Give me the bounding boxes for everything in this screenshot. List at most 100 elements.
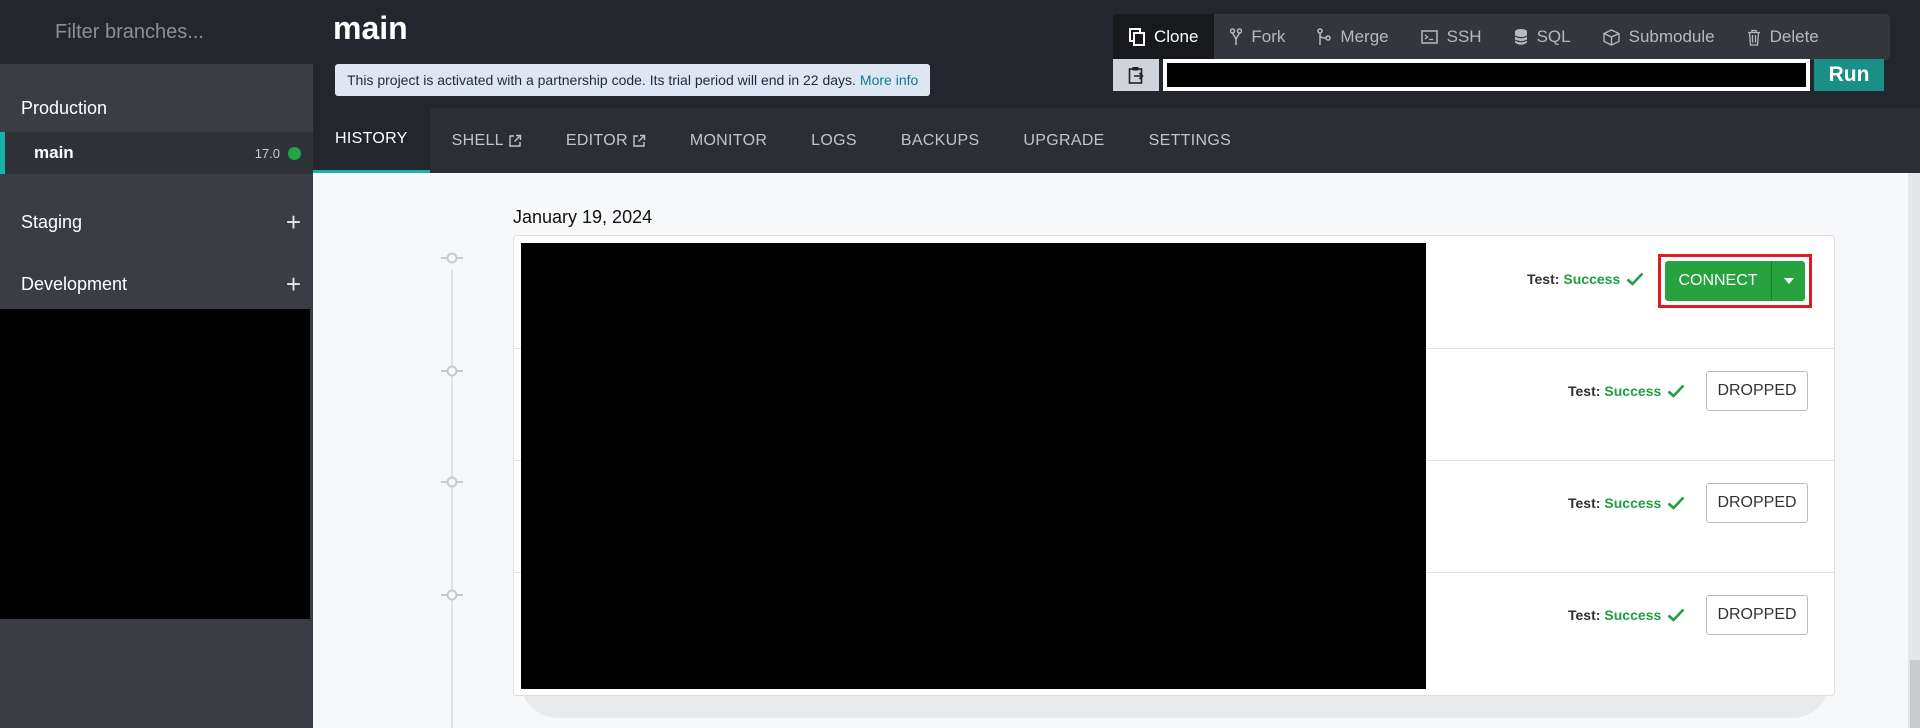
merge-label: Merge	[1340, 27, 1389, 46]
tab-label: SHELL	[451, 131, 504, 149]
more-info-link[interactable]: More info	[860, 72, 918, 88]
sql-label: SQL	[1536, 27, 1571, 46]
tab-logs[interactable]: LOGS	[789, 108, 879, 173]
branch-group-label: Production	[21, 97, 108, 118]
branch-header: main This project is activated with a pa…	[313, 0, 1920, 108]
dropped-button[interactable]: DROPPED	[1706, 483, 1808, 523]
tab-label: EDITOR	[565, 131, 628, 149]
tab-label: HISTORY	[335, 130, 408, 147]
connect-dropdown-toggle[interactable]	[1771, 261, 1805, 301]
command-input[interactable]	[1163, 59, 1810, 91]
sidebar: Production main 17.0 Staging + Developme…	[0, 0, 313, 728]
fork-icon	[1230, 28, 1243, 45]
dropped-button[interactable]: DROPPED	[1706, 371, 1808, 411]
page-title: main	[333, 10, 408, 46]
branch-version: 17.0	[254, 145, 280, 161]
filter-branches-input[interactable]	[55, 20, 295, 44]
connect-button[interactable]: CONNECT	[1665, 261, 1771, 301]
test-label: Test:	[1568, 495, 1601, 511]
timeline-commit-icon	[441, 365, 463, 377]
submodule-button[interactable]: Submodule	[1587, 14, 1731, 60]
timeline-line	[451, 270, 453, 728]
tab-monitor[interactable]: MONITOR	[668, 108, 789, 173]
tab-upgrade[interactable]: UPGRADE	[1001, 108, 1126, 173]
test-status: Test: Success	[1568, 495, 1685, 511]
test-label: Test:	[1568, 607, 1601, 623]
clipboard-icon	[1128, 67, 1144, 84]
scrollbar-thumb[interactable]	[1910, 660, 1920, 728]
database-icon	[1514, 29, 1527, 45]
redacted-content	[521, 243, 1426, 689]
branch-name: main	[34, 143, 74, 162]
caret-down-icon	[1783, 278, 1794, 284]
connect-button-group: CONNECT	[1665, 261, 1805, 301]
tab-editor[interactable]: EDITOR	[544, 108, 668, 173]
tab-shell[interactable]: SHELL	[430, 108, 544, 173]
tab-label: UPGRADE	[1023, 131, 1105, 149]
trial-notice: This project is activated with a partner…	[335, 64, 931, 96]
fork-button[interactable]: Fork	[1214, 14, 1301, 60]
test-result: Success	[1604, 383, 1662, 399]
merge-button[interactable]: Merge	[1301, 14, 1404, 60]
external-link-icon	[509, 134, 522, 147]
sidebar-branch-main[interactable]: main 17.0	[0, 132, 313, 174]
history-date: January 19, 2024	[513, 207, 653, 227]
branch-actions-toolbar: Clone Fork Merge SSH SQL Submodule Delet…	[1113, 14, 1890, 60]
delete-button[interactable]: Delete	[1731, 14, 1835, 60]
external-link-icon	[633, 134, 646, 147]
test-result: Success	[1604, 495, 1662, 511]
scrollbar-track[interactable]	[1908, 173, 1920, 728]
timeline-commit-icon	[441, 252, 463, 264]
trash-icon	[1747, 29, 1760, 46]
check-icon	[1667, 496, 1685, 510]
test-status: Test: Success	[1568, 383, 1685, 399]
copy-command-button[interactable]	[1113, 59, 1159, 91]
terminal-icon	[1420, 30, 1438, 44]
test-result: Success	[1563, 271, 1621, 287]
tab-label: LOGS	[811, 131, 857, 149]
redacted-area	[0, 309, 310, 619]
test-status: Test: Success	[1527, 271, 1644, 287]
clone-button[interactable]: Clone	[1113, 14, 1215, 60]
status-dot-icon	[288, 146, 301, 160]
history-card: Test: Success CONNECT Test: Success DROP…	[513, 235, 1835, 696]
timeline-commit-icon	[441, 476, 463, 488]
ssh-button[interactable]: SSH	[1405, 14, 1498, 60]
test-status: Test: Success	[1568, 607, 1685, 623]
check-icon	[1626, 272, 1644, 286]
test-result: Success	[1604, 607, 1662, 623]
tab-settings[interactable]: SETTINGS	[1127, 108, 1253, 173]
check-icon	[1667, 608, 1685, 622]
tab-history[interactable]: HISTORY	[313, 108, 430, 173]
add-development-plus-icon[interactable]: +	[286, 271, 301, 297]
tab-label: MONITOR	[689, 131, 768, 149]
merge-icon	[1317, 28, 1332, 45]
filter-branches-box	[0, 0, 313, 64]
command-bar: Run	[1113, 58, 1890, 92]
fork-label: Fork	[1251, 27, 1286, 46]
branch-group-label: Development	[21, 273, 128, 294]
test-label: Test:	[1568, 383, 1601, 399]
clone-label: Clone	[1154, 27, 1199, 46]
sql-button[interactable]: SQL	[1498, 14, 1587, 60]
timeline-commit-icon	[441, 589, 463, 601]
branch-group-development[interactable]: Development +	[0, 262, 313, 306]
cube-icon	[1602, 28, 1620, 46]
trial-notice-text: This project is activated with a partner…	[347, 72, 856, 88]
dropped-button[interactable]: DROPPED	[1706, 595, 1808, 635]
run-button[interactable]: Run	[1814, 59, 1884, 91]
branch-group-staging[interactable]: Staging +	[0, 200, 313, 244]
check-icon	[1667, 384, 1685, 398]
branch-group-production[interactable]: Production	[0, 86, 313, 130]
test-label: Test:	[1527, 271, 1560, 287]
ssh-label: SSH	[1446, 27, 1482, 46]
tab-label: BACKUPS	[900, 131, 980, 149]
submodule-label: Submodule	[1628, 27, 1715, 46]
connect-highlight: CONNECT	[1658, 254, 1812, 308]
branch-group-label: Staging	[21, 211, 83, 232]
clone-icon	[1129, 28, 1145, 46]
tab-label: SETTINGS	[1148, 131, 1232, 149]
add-staging-plus-icon[interactable]: +	[286, 209, 301, 235]
branch-tabs: HISTORY SHELL EDITOR MONITOR LOGS BACKUP…	[313, 108, 1920, 173]
tab-backups[interactable]: BACKUPS	[879, 108, 1002, 173]
